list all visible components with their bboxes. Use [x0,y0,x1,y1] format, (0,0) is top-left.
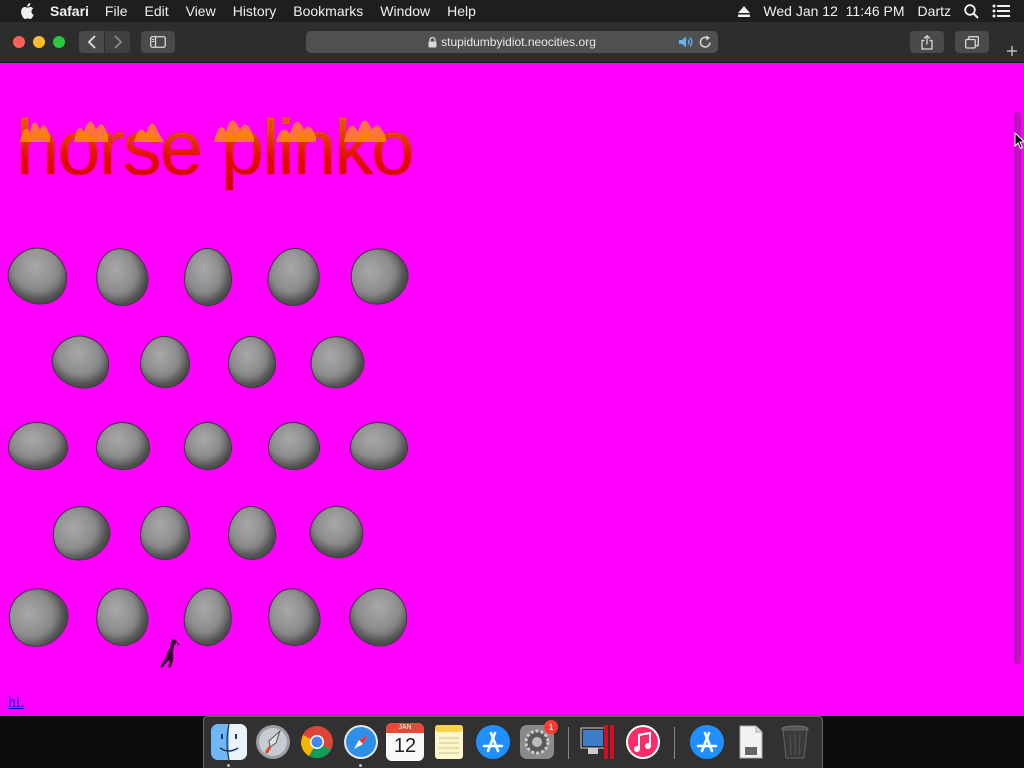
plus-icon [1007,46,1017,56]
browser-toolbar: stupidumbyidiot.neocities.org [0,22,1024,63]
safari-icon[interactable] [342,723,380,761]
plinko-peg [228,506,276,560]
url-text: stupidumbyidiot.neocities.org [441,35,596,49]
page-scrollbar[interactable] [1014,112,1021,664]
trash-icon[interactable] [776,723,814,761]
notification-center-icon[interactable] [992,4,1010,18]
share-icon [921,34,933,50]
menu-help[interactable]: Help [447,0,476,22]
chevron-right-icon [113,35,122,49]
menu-history[interactable]: History [233,0,277,22]
mouse-pointer-icon [1014,132,1024,150]
show-all-tabs-button[interactable] [955,31,989,53]
plinko-peg [184,248,232,306]
menu-view[interactable]: View [186,0,216,22]
launchpad-icon[interactable] [254,723,292,761]
plinko-peg [181,585,235,649]
plinko-peg [91,243,153,311]
forward-button[interactable] [105,31,130,53]
plinko-peg [228,336,276,388]
tabs-overview-icon [965,35,979,49]
menu-edit[interactable]: Edit [144,0,168,22]
safari-running-indicator [359,764,362,767]
chevron-left-icon [87,35,96,49]
plinko-peg [44,327,118,397]
plinko-peg [8,422,68,470]
lock-icon [428,36,437,48]
notification-badge: 1 [544,720,558,734]
plinko-peg [340,237,418,315]
calendar-month: JAN [386,723,424,733]
plinko-peg [350,422,408,470]
menu-file[interactable]: File [105,0,128,22]
plinko-peg [262,583,326,651]
plinko-peg [43,497,119,569]
plinko-peg [184,422,232,470]
web-page: horse plinko hi. [0,62,1024,716]
app-window-icon[interactable] [578,723,616,761]
plinko-peg [302,498,372,566]
window-minimize-button[interactable] [33,36,45,48]
sidebar-toggle-button[interactable] [141,31,175,53]
applications-folder-icon[interactable] [688,723,726,761]
plinko-peg [0,576,80,658]
menu-bookmarks[interactable]: Bookmarks [293,0,363,22]
dock-separator [568,727,569,759]
dock-separator [674,727,675,759]
plinko-peg [0,238,77,314]
calendar-day: 12 [393,735,417,757]
finder-icon[interactable] [210,723,248,761]
plinko-peg [339,577,419,657]
audio-playing-icon[interactable] [678,35,694,52]
hi-link[interactable]: hi. [8,694,24,712]
falling-horse-image [160,639,180,668]
menu-bar: Safari File Edit View History Bookmarks … [0,0,1024,22]
eject-icon[interactable] [738,5,751,17]
document-icon[interactable] [732,723,770,761]
plinko-peg [262,243,326,311]
menubar-user[interactable]: Dartz [918,0,951,22]
menu-app-safari[interactable]: Safari [50,0,89,22]
menubar-clock[interactable]: Wed Jan 12 11:46 PM [763,0,904,22]
plinko-peg [92,584,152,650]
back-button[interactable] [79,31,104,53]
new-tab-button[interactable] [1000,40,1024,62]
plinko-peg [140,336,190,388]
dock: JAN 12 1 [203,716,823,768]
sidebar-icon [150,36,166,48]
page-title: horse plinko [16,103,415,191]
window-close-button[interactable] [13,36,25,48]
notes-icon[interactable] [430,723,468,761]
reload-icon[interactable] [699,35,712,52]
finder-running-indicator [227,764,230,767]
calendar-icon[interactable]: JAN 12 [386,723,424,761]
plinko-peg [268,422,320,470]
music-icon[interactable] [624,723,662,761]
chrome-icon[interactable] [298,723,336,761]
menu-window[interactable]: Window [380,0,430,22]
plinko-peg [96,422,150,470]
plinko-peg [303,328,371,396]
spotlight-search-icon[interactable] [964,3,979,19]
window-fullscreen-button[interactable] [53,36,65,48]
app-store-icon[interactable] [474,723,512,761]
share-button[interactable] [910,31,944,53]
apple-menu-icon[interactable] [18,0,36,22]
address-bar[interactable]: stupidumbyidiot.neocities.org [306,31,718,53]
plinko-peg [140,506,190,560]
